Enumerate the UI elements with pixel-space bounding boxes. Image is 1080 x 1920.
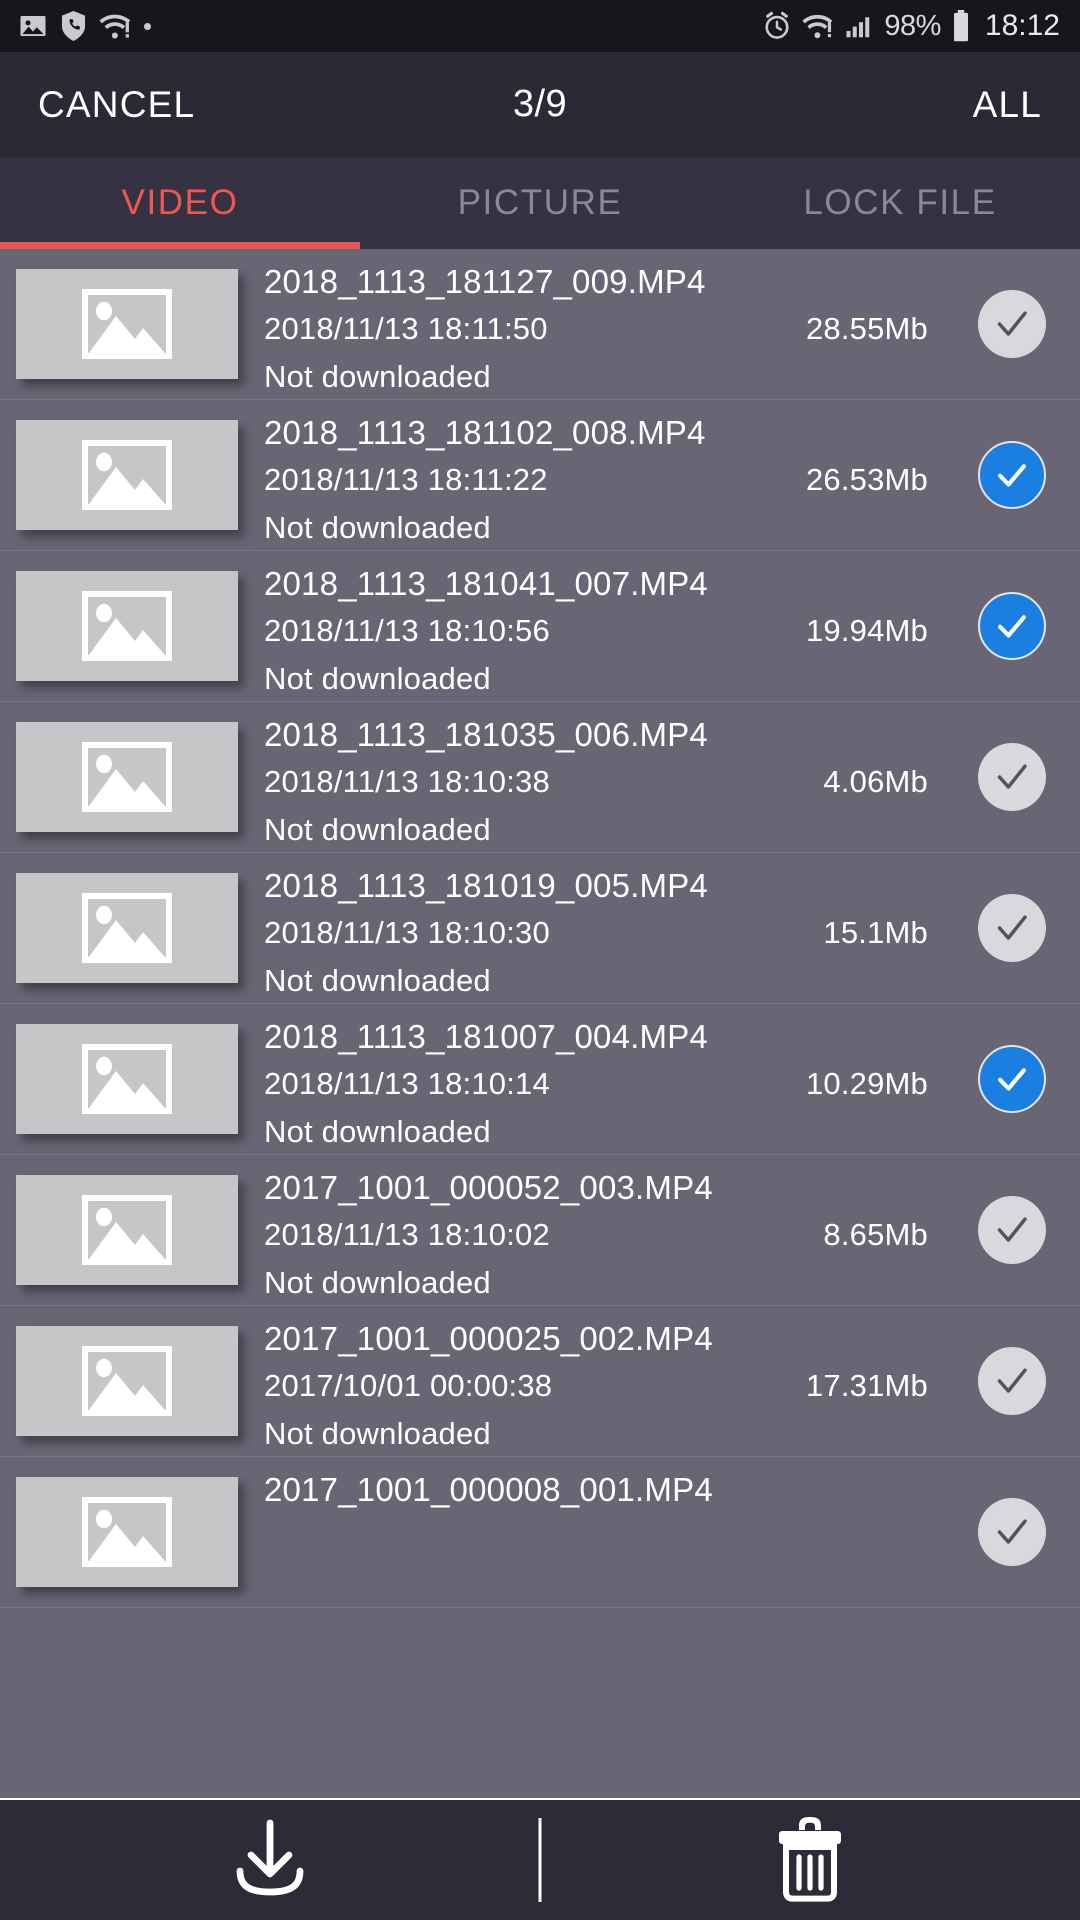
- checkbox-unselected[interactable]: [978, 1196, 1046, 1264]
- file-info: 2017_1001_000008_001.MP4: [264, 1457, 1080, 1608]
- image-icon: [18, 11, 48, 41]
- download-button[interactable]: [0, 1800, 540, 1920]
- file-name: 2017_1001_000052_003.MP4: [264, 1168, 713, 1206]
- file-date: 2018/11/13 18:10:14: [264, 1065, 550, 1101]
- bottom-toolbar: [0, 1798, 1080, 1920]
- file-download-status: Not downloaded: [264, 1415, 491, 1451]
- tab-video[interactable]: VIDEO: [0, 157, 360, 249]
- file-thumbnail: [16, 722, 238, 832]
- file-size: 19.94Mb: [805, 612, 928, 648]
- file-size: 10.29Mb: [805, 1065, 928, 1101]
- battery-percentage: 98%: [884, 9, 941, 42]
- file-download-status: Not downloaded: [264, 811, 491, 847]
- file-thumbnail: [16, 1326, 238, 1436]
- file-name: 2017_1001_000025_002.MP4: [264, 1319, 713, 1357]
- file-thumbnail: [16, 571, 238, 681]
- wifi-alert-icon: [802, 12, 834, 40]
- file-date: 2018/11/13 18:11:50: [264, 310, 548, 346]
- file-size: 8.65Mb: [823, 1216, 928, 1252]
- file-info: 2017_1001_000025_002.MP4 2017/10/01 00:00…: [264, 1306, 1080, 1457]
- checkbox-selected[interactable]: [978, 441, 1046, 509]
- file-size: 4.06Mb: [823, 763, 928, 799]
- file-download-status: Not downloaded: [264, 1113, 491, 1149]
- dot-icon: [144, 22, 151, 30]
- file-date: 2018/11/13 18:10:38: [264, 763, 550, 799]
- checkbox-selected[interactable]: [978, 1045, 1046, 1113]
- tab-bar: VIDEO PICTURE LOCK FILE: [0, 157, 1080, 249]
- battery-icon: [951, 10, 971, 42]
- file-info: 2018_1113_181041_007.MP4 2018/11/13 18:10…: [264, 551, 1080, 702]
- file-size: 15.1Mb: [823, 914, 928, 950]
- file-info: 2017_1001_000052_003.MP4 2018/11/13 18:10…: [264, 1155, 1080, 1306]
- status-bar-clock: 18:12: [984, 9, 1060, 42]
- file-thumbnail: [16, 420, 238, 530]
- table-row[interactable]: 2017_1001_000025_002.MP4 2017/10/01 00:00…: [0, 1306, 1080, 1457]
- file-thumbnail: [16, 1024, 238, 1134]
- trash-icon: [771, 1814, 849, 1907]
- checkbox-unselected[interactable]: [978, 894, 1046, 962]
- table-row[interactable]: 2018_1113_181127_009.MP4 2018/11/13 18:11…: [0, 249, 1080, 400]
- file-thumbnail: [16, 873, 238, 983]
- status-bar-left-icons: [18, 11, 151, 41]
- file-name: 2018_1113_181041_007.MP4: [264, 564, 708, 602]
- checkbox-unselected[interactable]: [978, 290, 1046, 358]
- file-name: 2018_1113_181007_004.MP4: [264, 1017, 708, 1055]
- file-thumbnail: [16, 1175, 238, 1285]
- select-all-button[interactable]: ALL: [969, 78, 1046, 132]
- file-info: 2018_1113_181007_004.MP4 2018/11/13 18:10…: [264, 1004, 1080, 1155]
- delete-button[interactable]: [540, 1800, 1080, 1920]
- checkbox-unselected[interactable]: [978, 1498, 1046, 1566]
- file-date: 2017/10/01 00:00:38: [264, 1367, 553, 1403]
- file-name: 2018_1113_181019_005.MP4: [264, 866, 708, 904]
- download-icon: [224, 1819, 316, 1902]
- file-thumbnail: [16, 1477, 238, 1587]
- file-info: 2018_1113_181127_009.MP4 2018/11/13 18:11…: [264, 249, 1080, 400]
- table-row[interactable]: 2017_1001_000008_001.MP4: [0, 1457, 1080, 1608]
- checkbox-unselected[interactable]: [978, 743, 1046, 811]
- action-bar: CANCEL 3/9 ALL: [0, 52, 1080, 157]
- cancel-button[interactable]: CANCEL: [34, 78, 199, 132]
- file-download-status: Not downloaded: [264, 1264, 491, 1300]
- checkbox-selected[interactable]: [978, 592, 1046, 660]
- tab-picture[interactable]: PICTURE: [360, 157, 720, 249]
- file-size: 28.55Mb: [805, 310, 928, 346]
- alarm-icon: [762, 11, 792, 41]
- app-screen: 98% 18:12 CANCEL 3/9 ALL VIDEO PICTURE L…: [0, 0, 1080, 1920]
- file-thumbnail: [16, 269, 238, 379]
- file-date: 2018/11/13 18:10:02: [264, 1216, 550, 1252]
- tab-lock-file[interactable]: LOCK FILE: [720, 157, 1080, 249]
- file-date: 2018/11/13 18:10:30: [264, 914, 550, 950]
- table-row[interactable]: 2018_1113_181007_004.MP4 2018/11/13 18:10…: [0, 1004, 1080, 1155]
- signal-bars-icon: [844, 12, 874, 40]
- file-download-status: Not downloaded: [264, 509, 491, 545]
- file-date: 2018/11/13 18:11:22: [264, 461, 548, 497]
- file-name: 2018_1113_181102_008.MP4: [264, 413, 706, 451]
- toolbar-divider: [538, 1818, 542, 1902]
- file-name: 2017_1001_000008_001.MP4: [264, 1470, 713, 1508]
- checkbox-unselected[interactable]: [978, 1347, 1046, 1415]
- call-shield-icon: [60, 11, 87, 41]
- active-tab-indicator: [0, 242, 360, 249]
- wifi-alert-icon: [99, 12, 132, 40]
- status-bar-right-icons: 98% 18:12: [762, 9, 1060, 43]
- table-row[interactable]: 2018_1113_181019_005.MP4 2018/11/13 18:10…: [0, 853, 1080, 1004]
- table-row[interactable]: 2018_1113_181041_007.MP4 2018/11/13 18:10…: [0, 551, 1080, 702]
- file-size: 26.53Mb: [805, 461, 928, 497]
- file-info: 2018_1113_181035_006.MP4 2018/11/13 18:10…: [264, 702, 1080, 853]
- file-size: 17.31Mb: [805, 1367, 928, 1403]
- table-row[interactable]: 2018_1113_181035_006.MP4 2018/11/13 18:10…: [0, 702, 1080, 853]
- file-info: 2018_1113_181019_005.MP4 2018/11/13 18:10…: [264, 853, 1080, 1004]
- file-name: 2018_1113_181127_009.MP4: [264, 262, 706, 300]
- file-download-status: Not downloaded: [264, 660, 491, 696]
- table-row[interactable]: 2018_1113_181102_008.MP4 2018/11/13 18:11…: [0, 400, 1080, 551]
- file-download-status: Not downloaded: [264, 358, 491, 394]
- table-row[interactable]: 2017_1001_000052_003.MP4 2018/11/13 18:10…: [0, 1155, 1080, 1306]
- file-info: 2018_1113_181102_008.MP4 2018/11/13 18:11…: [264, 400, 1080, 551]
- file-list[interactable]: 2018_1113_181127_009.MP4 2018/11/13 18:11…: [0, 249, 1080, 1798]
- file-name: 2018_1113_181035_006.MP4: [264, 715, 708, 753]
- file-date: 2018/11/13 18:10:56: [264, 612, 550, 648]
- file-download-status: Not downloaded: [264, 962, 491, 998]
- status-bar: 98% 18:12: [0, 0, 1080, 52]
